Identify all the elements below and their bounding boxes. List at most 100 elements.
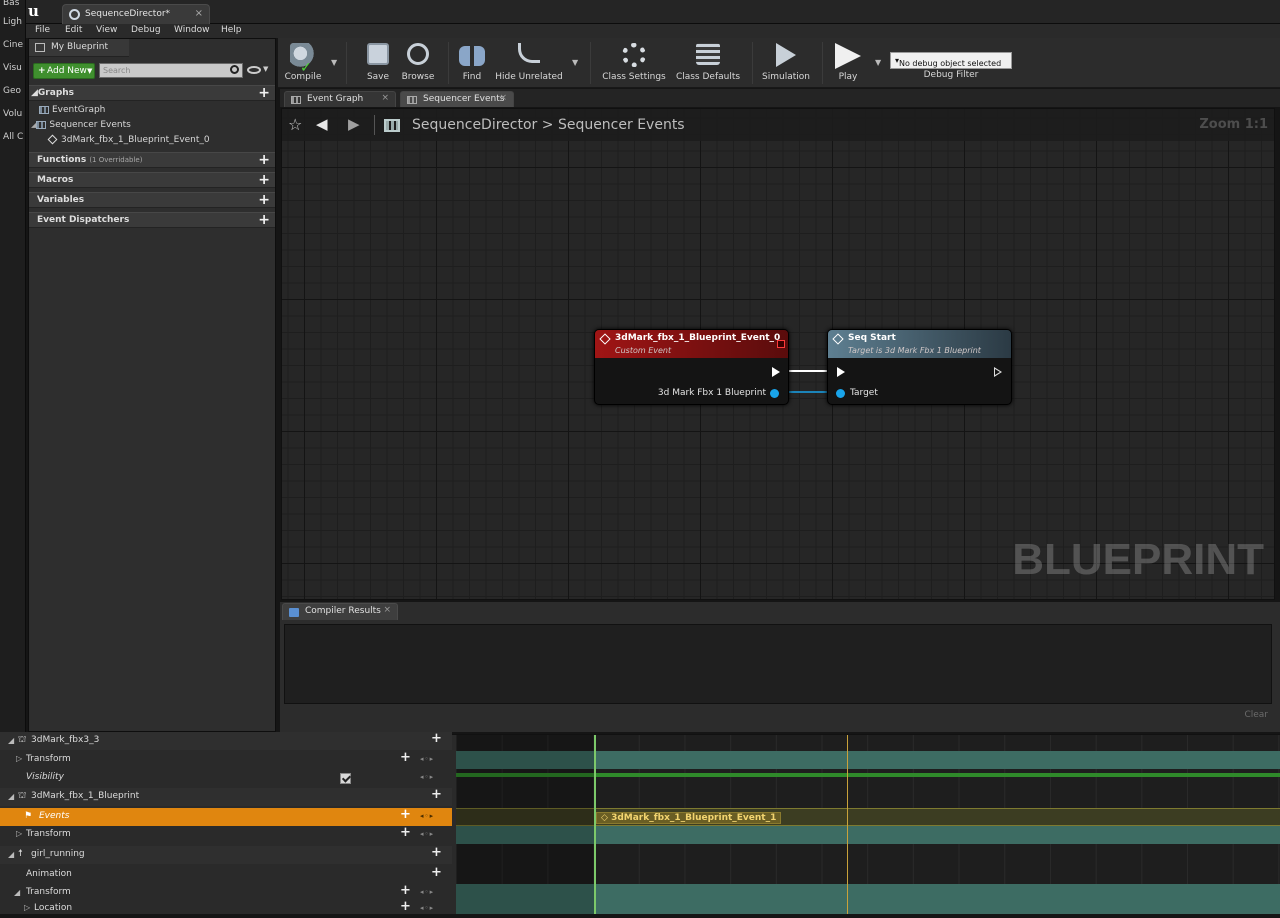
compile-button[interactable]: ✓ Compile [280, 38, 326, 88]
add-key-icon[interactable]: + [400, 899, 411, 914]
track-row[interactable]: Visibility ◂◦▸ [0, 769, 452, 787]
add-track-icon[interactable]: + [431, 787, 442, 802]
document-tab[interactable]: SequenceDirector* × [62, 4, 210, 24]
add-graph-icon[interactable]: + [258, 85, 270, 101]
track-row-object[interactable]: ◢ ⛫ 3dMark_fbx3_3 + [0, 731, 452, 750]
add-key-icon[interactable]: + [400, 883, 411, 898]
custom-event-node[interactable]: 3dMark_fbx_1_Blueprint_Event_0 Custom Ev… [594, 329, 789, 405]
expand-icon[interactable]: ◢ [8, 736, 14, 745]
compile-label: Compile [284, 72, 322, 82]
keyframe-nav-icon[interactable]: ◂◦▸ [420, 888, 434, 896]
sequencer-timeline[interactable]: ◇ 3dMark_fbx_1_Blueprint_Event_1 [456, 734, 1280, 914]
close-icon[interactable]: × [195, 8, 203, 19]
strip-item[interactable]: Bas [3, 0, 25, 8]
track-row[interactable]: ▷ Transform + ◂◦▸ [0, 750, 452, 769]
graph-editor[interactable]: ☆ ◀ ▶ SequenceDirector > Sequencer Event… [281, 108, 1275, 600]
add-animation-icon[interactable]: + [431, 865, 442, 880]
add-function-icon[interactable]: + [258, 152, 270, 168]
chevron-down-icon[interactable]: ▼ [875, 58, 881, 67]
tree-item-sequencer-events[interactable]: ◢ Sequencer Events [31, 120, 131, 130]
debug-filter-label: Debug Filter [923, 70, 979, 80]
tree-item-event[interactable]: 3dMark_fbx_1_Blueprint_Event_0 [47, 134, 210, 145]
keyframe-nav-icon[interactable]: ◂◦▸ [420, 755, 434, 763]
menu-window[interactable]: Window [174, 25, 210, 35]
keyframe-nav-icon[interactable]: ◂◦▸ [420, 773, 434, 781]
track-label: Events [39, 811, 70, 821]
add-track-icon[interactable]: + [431, 845, 442, 860]
collapse-icon[interactable]: ▷ [16, 829, 22, 838]
tab-event-graph[interactable]: Event Graph × [284, 91, 396, 107]
class-defaults-button[interactable]: Class Defaults [672, 38, 744, 88]
keyframe-nav-icon[interactable]: ◂◦▸ [420, 904, 434, 912]
tab-sequencer-events[interactable]: Sequencer Events × [400, 91, 514, 107]
target-input-pin[interactable] [836, 389, 845, 398]
play-button[interactable]: Play [828, 38, 868, 88]
tree-item-eventgraph[interactable]: EventGraph [39, 105, 105, 115]
track-row[interactable]: Animation + [0, 865, 452, 884]
save-button[interactable]: Save [356, 38, 400, 88]
track-row[interactable]: ▷ Transform + ◂◦▸ [0, 825, 452, 844]
close-icon[interactable]: × [381, 93, 389, 103]
simulation-button[interactable]: Simulation [760, 38, 812, 88]
strip-item[interactable]: Visu [3, 63, 25, 73]
exec-input-pin[interactable] [837, 367, 845, 377]
track-row[interactable]: ▷ Location + ◂◦▸ [0, 899, 452, 918]
add-key-icon[interactable]: + [400, 750, 411, 765]
track-row-selected[interactable]: ⚑ Events + ◂◦▸ [0, 807, 452, 826]
object-output-pin[interactable] [770, 389, 779, 398]
add-variable-icon[interactable]: + [258, 192, 270, 208]
chevron-down-icon[interactable]: ▼ [263, 65, 268, 73]
browse-button[interactable]: Browse [396, 38, 440, 88]
class-settings-button[interactable]: Class Settings [602, 38, 666, 88]
add-track-icon[interactable]: + [431, 731, 442, 746]
strip-item[interactable]: Volu [3, 109, 25, 119]
add-key-icon[interactable]: + [400, 825, 411, 840]
expand-icon[interactable]: ◢ [8, 792, 14, 801]
hide-unrelated-button[interactable]: Hide Unrelated [492, 38, 566, 88]
strip-item[interactable]: Ligh [3, 17, 25, 27]
add-dispatcher-icon[interactable]: + [258, 212, 270, 228]
event-dispatchers-section[interactable]: Event Dispatchers + [29, 212, 275, 228]
keyframe-nav-icon[interactable]: ◂◦▸ [420, 812, 434, 820]
collapse-icon[interactable]: ▷ [16, 754, 22, 763]
find-button[interactable]: Find [452, 38, 492, 88]
track-row-object[interactable]: ◢ ⛫ 3dMark_fbx_1_Blueprint + [0, 787, 452, 806]
seq-start-node[interactable]: Seq Start Target is 3d Mark Fbx 1 Bluepr… [827, 329, 1012, 405]
chevron-down-icon[interactable]: ▼ [331, 58, 337, 67]
strip-item[interactable]: All C [3, 132, 25, 142]
strip-item[interactable]: Cine [3, 40, 25, 50]
graphs-section[interactable]: ◢Graphs + [29, 85, 275, 101]
delegate-pin-icon[interactable] [777, 340, 785, 348]
menu-view[interactable]: View [96, 25, 117, 35]
my-blueprint-tab[interactable]: My Blueprint [29, 39, 129, 57]
end-marker[interactable] [847, 735, 848, 914]
add-macro-icon[interactable]: + [258, 172, 270, 188]
clear-button[interactable]: Clear [1244, 710, 1268, 720]
menu-help[interactable]: Help [221, 25, 242, 35]
eye-icon[interactable] [247, 66, 261, 74]
expand-icon[interactable]: ◢ [14, 888, 20, 897]
collapse-icon[interactable]: ▷ [24, 903, 30, 912]
event-keyframe[interactable]: ◇ 3dMark_fbx_1_Blueprint_Event_1 [596, 812, 782, 824]
debug-object-select[interactable]: No debug object selected ▾ [890, 52, 1012, 69]
visibility-checkbox[interactable] [340, 773, 351, 784]
keyframe-nav-icon[interactable]: ◂◦▸ [420, 830, 434, 838]
close-icon[interactable]: × [383, 605, 391, 615]
close-icon[interactable]: × [499, 93, 507, 103]
chevron-down-icon[interactable]: ▼ [572, 58, 578, 67]
expand-icon[interactable]: ◢ [8, 850, 14, 859]
add-key-icon[interactable]: + [400, 807, 411, 822]
add-new-button[interactable]: + Add New ▼ [33, 63, 95, 79]
exec-output-pin[interactable] [772, 367, 780, 377]
macros-section[interactable]: Macros + [29, 172, 275, 188]
strip-item[interactable]: Geo [3, 86, 25, 96]
search-input[interactable]: Search [99, 63, 243, 78]
variables-section[interactable]: Variables + [29, 192, 275, 208]
functions-section[interactable]: Functions (1 Overridable) + [29, 152, 275, 168]
menu-edit[interactable]: Edit [65, 25, 82, 35]
menu-file[interactable]: File [35, 25, 50, 35]
compiler-results-tab[interactable]: Compiler Results × [282, 603, 398, 620]
playhead[interactable] [594, 735, 596, 914]
menu-debug[interactable]: Debug [131, 25, 161, 35]
track-row-object[interactable]: ◢ ☨ girl_running + [0, 845, 452, 864]
